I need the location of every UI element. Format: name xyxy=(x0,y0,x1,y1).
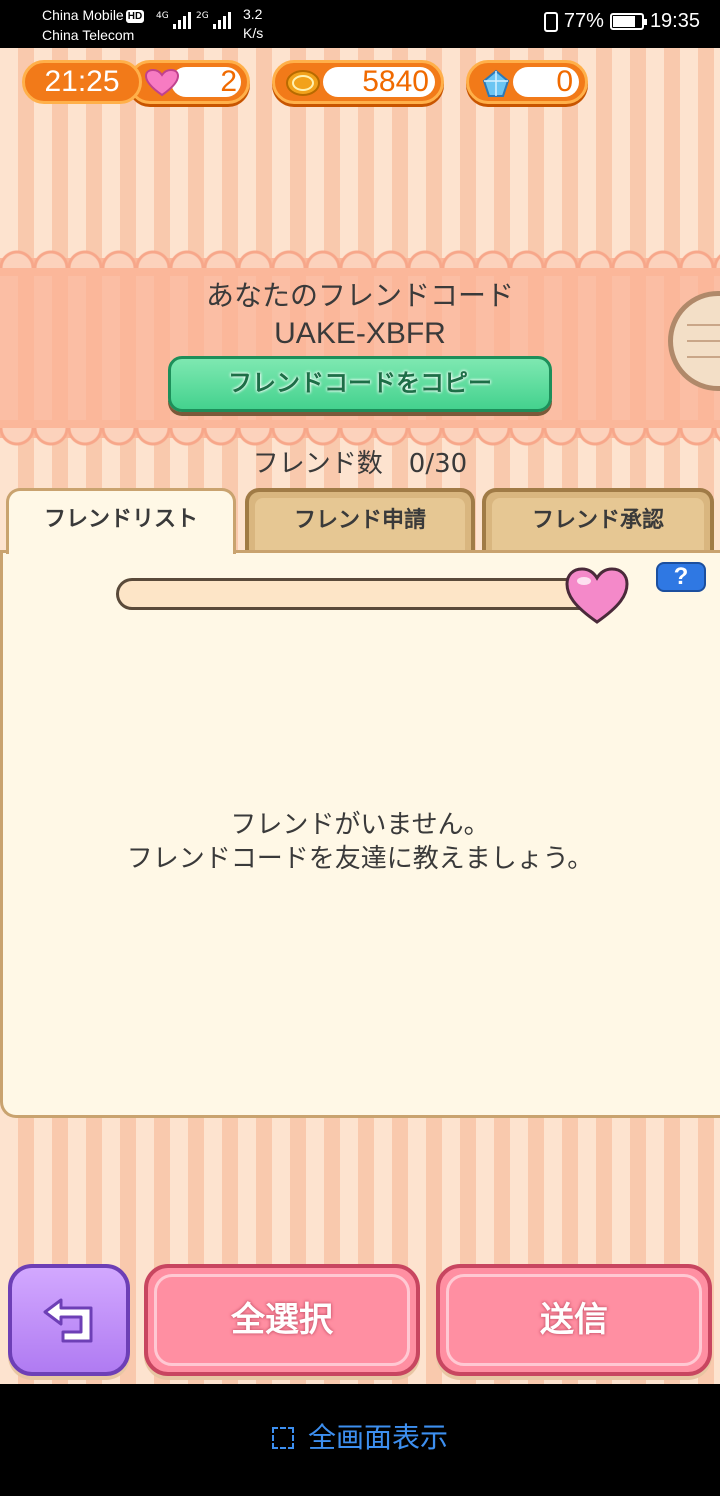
clock: 19:35 xyxy=(649,10,700,32)
status-bar: China Mobile HD China Telecom 4G 2G 3.2 K… xyxy=(0,0,720,48)
friend-count: フレンド数 0/30 xyxy=(252,449,468,479)
fullscreen-label: 全画面表示 xyxy=(307,1421,448,1454)
coins-counter: 5840 xyxy=(272,60,444,104)
battery-percent: 77% xyxy=(563,10,604,32)
friend-code-value: UAKE-XBFR xyxy=(274,317,446,350)
hearts-counter: 2 xyxy=(128,60,250,104)
carrier-1: China Mobile xyxy=(42,7,124,23)
expand-icon xyxy=(271,1427,294,1449)
back-button[interactable] xyxy=(8,1264,130,1376)
speed-unit: K/s xyxy=(243,25,264,41)
tab-friend-request[interactable]: フレンド申請 xyxy=(245,488,475,550)
heart-slider-thumb-icon[interactable] xyxy=(564,566,630,626)
heart-timer: 21:25 xyxy=(22,60,142,104)
gems-count: 0 xyxy=(556,65,573,98)
hd-badge: HD xyxy=(125,9,145,23)
tab-label: フレンド申請 xyxy=(293,508,426,533)
coins-count: 5840 xyxy=(362,65,429,98)
network-type-2: 2G xyxy=(196,11,209,21)
select-all-button[interactable]: 全選択 xyxy=(144,1264,420,1376)
speed-value: 3.2 xyxy=(243,6,263,22)
select-all-label: 全選択 xyxy=(231,1300,333,1340)
carrier-info: China Mobile HD China Telecom xyxy=(42,5,145,45)
gems-counter: 0 xyxy=(466,60,588,104)
signal-icon: 4G xyxy=(156,12,191,29)
signal-icon-2: 2G xyxy=(196,12,231,29)
network-speed: 3.2 K/s xyxy=(243,5,263,43)
send-label: 送信 xyxy=(540,1300,608,1340)
tab-label: フレンド承認 xyxy=(531,508,664,533)
help-button[interactable]: ? xyxy=(656,562,706,592)
system-nav-bar: 全画面表示 xyxy=(0,1384,720,1496)
heart-icon xyxy=(145,69,179,97)
carrier-2: China Telecom xyxy=(42,27,135,43)
tab-label: フレンドリスト xyxy=(43,507,198,532)
fullscreen-toggle[interactable]: 全画面表示 xyxy=(0,1418,720,1458)
game-screen: 2 21:25 5840 0 あなたのフレンドコード UAKE-XBFR フレン… xyxy=(0,48,720,1384)
hearts-count: 2 xyxy=(220,65,237,98)
battery-icon xyxy=(609,13,647,30)
empty-message-line1: フレンドがいません。 xyxy=(230,810,490,840)
gem-icon xyxy=(482,69,510,97)
send-button[interactable]: 送信 xyxy=(436,1264,712,1376)
return-arrow-icon xyxy=(43,1298,93,1343)
status-right: 77% 19:35 xyxy=(543,10,700,33)
network-type-1: 4G xyxy=(156,11,169,21)
vibrate-icon xyxy=(543,11,558,32)
copy-friend-code-button[interactable]: フレンドコードをコピー xyxy=(168,356,552,412)
empty-message-line2: フレンドコードを友達に教えましょう。 xyxy=(126,844,594,874)
friend-code-title: あなたのフレンドコード xyxy=(205,279,514,312)
scroll-slider-track[interactable] xyxy=(116,578,606,610)
coin-icon xyxy=(286,70,320,96)
tab-friend-list[interactable]: フレンドリスト xyxy=(6,488,236,554)
tab-friend-approval[interactable]: フレンド承認 xyxy=(482,488,714,550)
